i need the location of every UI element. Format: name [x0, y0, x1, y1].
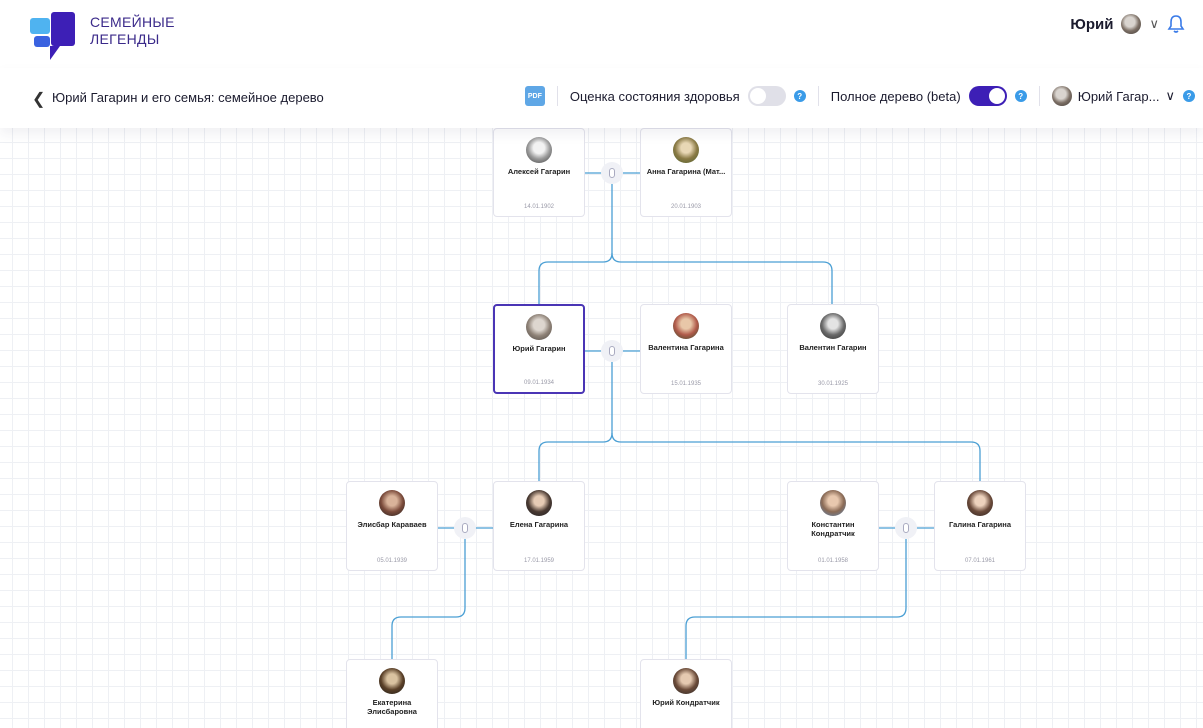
help-icon[interactable]: ?	[1183, 90, 1195, 102]
person-name: Анна Гагарина (Мат...	[646, 167, 726, 176]
person-name: Элисбар Караваев	[357, 520, 427, 529]
health-label: Оценка состояния здоровья	[569, 88, 740, 104]
health-toggle[interactable]	[747, 86, 786, 106]
person-photo	[379, 490, 405, 516]
brand-name[interactable]: СЕМЕЙНЫЕ ЛЕГЕНДЫ	[90, 14, 175, 48]
person-card-anna[interactable]: Анна Гагарина (Мат... 20.01.1903	[640, 128, 732, 217]
person-card-elena[interactable]: Елена Гагарина 17.01.1959	[493, 481, 585, 571]
person-card-konstantin[interactable]: Константин Кондратчик 01.01.1958	[787, 481, 879, 571]
help-icon[interactable]: ?	[793, 90, 806, 102]
tree-canvas[interactable]: Алексей Гагарин 14.01.1902 Анна Гагарина…	[0, 128, 1203, 728]
person-photo	[673, 668, 699, 694]
person-name: Галина Гагарина	[949, 520, 1011, 529]
chevron-down-icon[interactable]: ∨	[1149, 16, 1159, 32]
app: СЕМЕЙНЫЕ ЛЕГЕНДЫ Юрий ∨ ❮ Юрий Гагарин и…	[0, 0, 1203, 728]
person-name: Валентин Гагарин	[799, 343, 867, 352]
person-date: 20.01.1903	[670, 204, 702, 210]
back-arrow-icon[interactable]: ❮	[32, 89, 45, 109]
person-photo	[673, 313, 699, 339]
tree-connectors	[391, 172, 981, 659]
person-name: Юрий Кондратчик	[652, 698, 720, 707]
logo-icon[interactable]	[30, 12, 84, 60]
person-date: 14.01.1902	[523, 204, 555, 210]
divider	[1038, 86, 1040, 106]
person-card-elisbar[interactable]: Элисбар Караваев 05.01.1939	[346, 481, 438, 571]
person-photo	[673, 137, 699, 163]
top-bar: СЕМЕЙНЫЕ ЛЕГЕНДЫ Юрий ∨	[0, 0, 1203, 68]
person-photo	[820, 313, 846, 339]
person-date: 15.01.1935	[670, 381, 702, 387]
person-card-aleksei[interactable]: Алексей Гагарин 14.01.1902	[493, 128, 585, 217]
couple-link-icon[interactable]	[601, 340, 623, 362]
brand-line-2: ЛЕГЕНДЫ	[90, 31, 160, 47]
couple-link-icon[interactable]	[601, 162, 623, 184]
person-card-ekaterina[interactable]: Екатерина Элисбаровна	[346, 659, 438, 728]
brand-line-1: СЕМЕЙНЫЕ	[90, 14, 175, 30]
person-photo	[526, 314, 552, 340]
person-card-valentina[interactable]: Валентина Гагарина 15.01.1935	[640, 304, 732, 394]
person-name: Елена Гагарина	[509, 520, 569, 529]
person-name: Константин Кондратчик	[811, 520, 855, 538]
person-photo	[820, 490, 846, 516]
person-name: Юрий Гагарин	[512, 344, 566, 353]
chevron-down-icon: ∨	[1165, 88, 1175, 103]
tree-toolbar: ❮ Юрий Гагарин и его семья: семейное дер…	[0, 68, 1203, 128]
couple-link-icon[interactable]	[895, 517, 917, 539]
person-card-yuri-kondratchik[interactable]: Юрий Кондратчик	[640, 659, 732, 728]
person-select-label: Юрий Гагар...	[1077, 88, 1160, 104]
person-card-valentin[interactable]: Валентин Гагарин 30.01.1925	[787, 304, 879, 394]
full-tree-label: Полное дерево (beta)	[830, 88, 961, 104]
page-title: Юрий Гагарин и его семья: семейное дерев…	[52, 90, 324, 105]
person-date: 01.01.1958	[817, 558, 849, 564]
person-card-yuri[interactable]: Юрий Гагарин 09.01.1934	[493, 304, 585, 394]
person-select[interactable]: Юрий Гагар... ∨	[1051, 86, 1175, 106]
person-name: Алексей Гагарин	[507, 167, 571, 176]
pdf-icon[interactable]: PDF	[524, 86, 545, 106]
person-photo	[526, 137, 552, 163]
person-photo	[967, 490, 993, 516]
person-date: 07.01.1961	[964, 558, 996, 564]
person-date: 17.01.1959	[523, 558, 555, 564]
person-date: 05.01.1939	[376, 558, 408, 564]
user-avatar	[1121, 14, 1142, 34]
person-photo	[526, 490, 552, 516]
toolbar-tools: PDF Оценка состояния здоровья ? Полное д…	[524, 84, 1195, 108]
couple-link-icon[interactable]	[454, 517, 476, 539]
divider	[556, 86, 558, 106]
bell-icon[interactable]	[1167, 14, 1185, 34]
person-avatar	[1051, 86, 1072, 106]
person-name: Валентина Гагарина	[648, 343, 724, 352]
full-tree-toggle[interactable]	[968, 86, 1007, 106]
person-card-galina[interactable]: Галина Гагарина 07.01.1961	[934, 481, 1026, 571]
person-date: 30.01.1925	[817, 381, 849, 387]
person-photo	[379, 668, 405, 694]
divider	[817, 86, 819, 106]
person-date: 09.01.1934	[523, 380, 555, 386]
user-name: Юрий	[1070, 15, 1114, 33]
help-icon[interactable]: ?	[1014, 90, 1027, 102]
user-menu[interactable]: Юрий ∨	[1070, 12, 1185, 36]
person-name: Екатерина Элисбаровна	[367, 698, 417, 716]
